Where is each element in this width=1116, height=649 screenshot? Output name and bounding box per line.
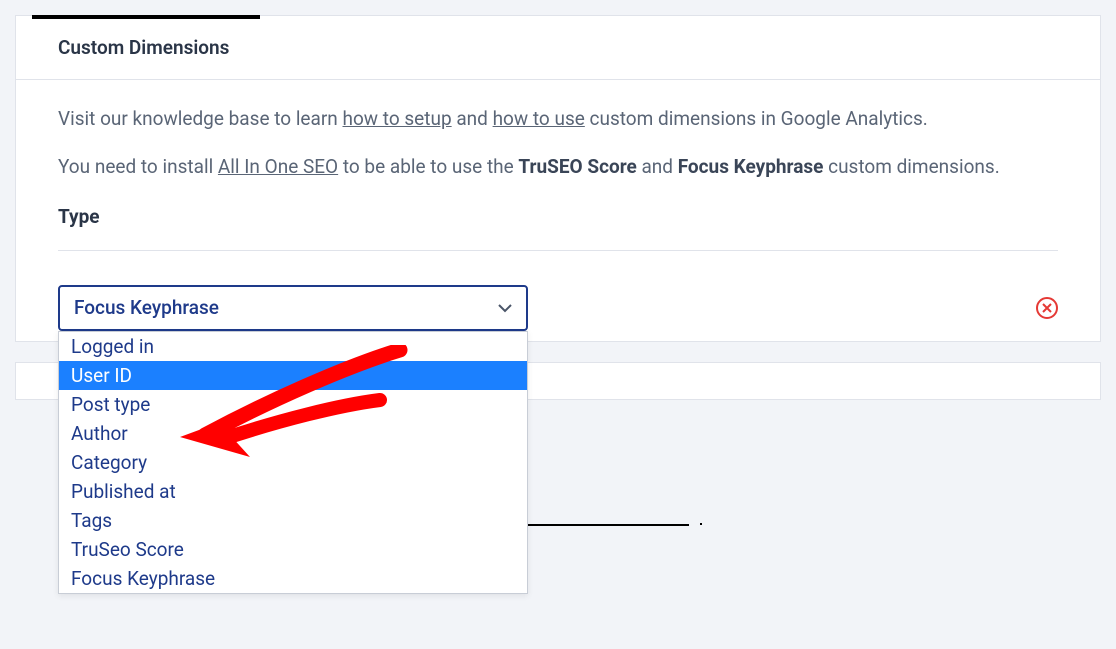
dropdown-option[interactable]: Category [59, 448, 527, 477]
install-prefix: You need to install [58, 155, 218, 178]
chevron-down-icon [498, 301, 512, 315]
divider [58, 250, 1058, 251]
panel-body: Visit our knowledge base to learn how to… [16, 80, 1100, 341]
link-all-in-one-seo[interactable]: All In One SEO [218, 155, 338, 178]
select-row: Focus Keyphrase Logged inUser IDPost typ… [58, 285, 1058, 331]
panel-header: Custom Dimensions [16, 16, 1100, 80]
dropdown-option[interactable]: Author [59, 419, 527, 448]
install-mid2: and [637, 155, 678, 178]
dropdown-option[interactable]: TruSeo Score [59, 535, 527, 564]
dropdown-option[interactable]: User ID [59, 361, 527, 390]
bold-focus-keyphrase: Focus Keyphrase [678, 155, 824, 178]
panel-title: Custom Dimensions [58, 36, 1058, 59]
dropdown-option[interactable]: Tags [59, 506, 527, 535]
dropdown-option[interactable]: Logged in [59, 332, 527, 361]
bold-truseo-score: TruSEO Score [518, 155, 636, 178]
intro-text-prefix: Visit our knowledge base to learn [58, 107, 343, 130]
intro-line-1: Visit our knowledge base to learn how to… [58, 104, 1058, 134]
type-select[interactable]: Focus Keyphrase [58, 285, 528, 331]
select-value: Focus Keyphrase [74, 296, 219, 319]
select-wrap: Focus Keyphrase Logged inUser IDPost typ… [58, 285, 528, 331]
annotation-dot [700, 523, 702, 525]
custom-dimensions-panel: Custom Dimensions Visit our knowledge ba… [15, 15, 1101, 342]
install-mid: to be able to use the [338, 155, 518, 178]
intro-text-suffix1: custom dimensions in Google Analytics. [585, 107, 928, 130]
dropdown-option[interactable]: Published at [59, 477, 527, 506]
dropdown-option[interactable]: Focus Keyphrase [59, 564, 527, 593]
intro-line-2: You need to install All In One SEO to be… [58, 152, 1058, 182]
install-suffix: custom dimensions. [823, 155, 999, 178]
link-how-to-use[interactable]: how to use [493, 107, 585, 130]
type-label: Type [58, 205, 1058, 228]
intro-text-mid1: and [452, 107, 493, 130]
dropdown-option[interactable]: Post type [59, 390, 527, 419]
top-black-bar [32, 15, 260, 19]
remove-button[interactable] [1036, 297, 1058, 319]
link-how-to-setup[interactable]: how to setup [343, 107, 452, 130]
dropdown-list: Logged inUser IDPost typeAuthorCategoryP… [58, 331, 528, 594]
